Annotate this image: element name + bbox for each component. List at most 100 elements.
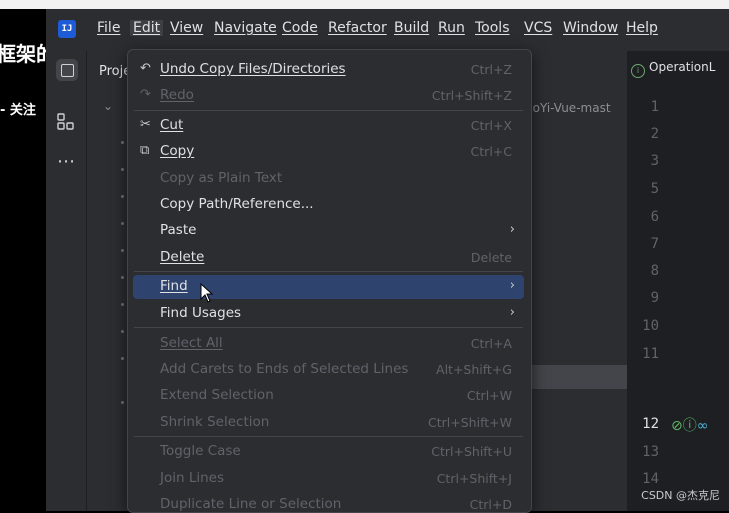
line-number: 8	[650, 263, 659, 279]
menu-cut-shortcut: Ctrl+X	[470, 118, 512, 133]
menu-duplicate-line[interactable]: Duplicate Line or Selection Ctrl+D	[128, 493, 529, 512]
menu-shrink-selection-shortcut: Ctrl+Shift+W	[428, 415, 512, 430]
project-root-label[interactable]: uoYi-Vue-mast	[525, 101, 611, 115]
menu-edit[interactable]: Edit	[130, 20, 164, 36]
menu-undo-label: Undo Copy Files/Directories	[160, 61, 346, 77]
menu-redo[interactable]: ↷ Redo Ctrl+Shift+Z	[128, 84, 529, 108]
menu-copy-path[interactable]: Copy Path/Reference...	[128, 193, 529, 217]
tree-guide-dot	[121, 249, 124, 252]
menu-separator	[134, 436, 523, 437]
browser-top-strip	[0, 0, 729, 9]
line-number: 12	[642, 416, 659, 432]
line-number: 2	[650, 126, 659, 142]
undo-icon: ↶	[140, 61, 151, 76]
menu-add-carets[interactable]: Add Carets to Ends of Selected Lines Alt…	[128, 358, 529, 382]
tool-window-strip: ⋯	[46, 51, 87, 511]
menu-undo[interactable]: ↶ Undo Copy Files/Directories Ctrl+Z	[128, 58, 529, 82]
csdn-watermark: CSDN @杰克尼	[641, 489, 720, 502]
tree-guide-dot	[121, 276, 124, 279]
line-number: 1	[650, 99, 659, 115]
implemented-marker-icon[interactable]: ⊘	[671, 418, 683, 434]
menu-help[interactable]: Help	[626, 20, 658, 36]
menu-add-carets-shortcut: Alt+Shift+G	[436, 362, 512, 377]
menu-copy[interactable]: ⧉ Copy Ctrl+C	[128, 140, 529, 164]
copy-icon: ⧉	[140, 143, 150, 158]
submenu-arrow-icon: ›	[509, 305, 515, 320]
menu-redo-label: Redo	[160, 87, 194, 103]
follow-button[interactable]: - 关注	[0, 99, 36, 118]
menu-window[interactable]: Window	[563, 20, 618, 36]
tree-guide-dot	[121, 195, 124, 198]
menu-copy-plain-text[interactable]: Copy as Plain Text	[128, 167, 529, 191]
menu-cut[interactable]: ✂ Cut Ctrl+X	[128, 114, 529, 138]
link-marker-icon[interactable]: ∞	[697, 418, 709, 434]
line-number: 9	[650, 290, 659, 306]
class-icon: i	[631, 64, 645, 78]
menu-vcs[interactable]: VCS	[524, 20, 552, 36]
project-tool-button[interactable]	[56, 59, 78, 81]
menu-navigate[interactable]: Navigate	[214, 20, 277, 36]
menu-delete-label: Delete	[160, 249, 205, 265]
editor-tab[interactable]: i OperationL	[631, 60, 715, 78]
menu-refactor[interactable]: Refactor	[328, 20, 387, 36]
menu-join-lines[interactable]: Join Lines Ctrl+Shift+J	[128, 467, 529, 491]
editor-tab-label: OperationL	[649, 60, 716, 74]
menu-copy-plain-label: Copy as Plain Text	[160, 170, 283, 186]
line-number: 7	[650, 236, 659, 252]
gutter-markers[interactable]: ⊘ⓘ∞	[671, 415, 708, 435]
structure-icon[interactable]	[57, 113, 75, 135]
edit-menu-dropdown: ↶ Undo Copy Files/Directories Ctrl+Z ↷ R…	[127, 49, 532, 513]
info-marker-icon[interactable]: ⓘ	[683, 418, 697, 434]
menu-paste-label: Paste	[160, 222, 197, 238]
menu-paste[interactable]: Paste ›	[128, 219, 529, 243]
menu-shrink-selection[interactable]: Shrink Selection Ctrl+Shift+W	[128, 411, 529, 435]
menu-extend-selection-shortcut: Ctrl+W	[466, 388, 512, 403]
more-tools-icon[interactable]: ⋯	[57, 151, 76, 172]
tree-guide-dot	[121, 168, 124, 171]
menu-separator	[134, 110, 523, 111]
menu-cut-label: Cut	[160, 117, 184, 133]
intellij-logo-icon[interactable]: IJ	[58, 20, 76, 38]
menu-delete[interactable]: Delete Delete	[128, 246, 529, 270]
menu-extend-selection-label: Extend Selection	[160, 387, 274, 403]
tree-expand-icon[interactable]: ⌄	[103, 99, 113, 113]
tree-guide-dot	[121, 303, 124, 306]
editor-panel: i OperationL 1 2 3 5 6 7 8 9 10 11 12 13 …	[627, 51, 729, 511]
menu-find-usages-label: Find Usages	[160, 305, 242, 321]
menu-copy-label: Copy	[160, 143, 195, 159]
main-menubar: IJ File Edit View Navigate Code Refactor…	[46, 9, 729, 51]
menu-run[interactable]: Run	[438, 20, 465, 36]
menu-undo-shortcut: Ctrl+Z	[470, 62, 512, 77]
menu-select-all-shortcut: Ctrl+A	[470, 336, 512, 351]
line-number-gutter: 1 2 3 5 6 7 8 9 10 11 12 13 14	[627, 91, 667, 511]
line-number: 10	[642, 318, 659, 334]
submenu-arrow-icon: ›	[509, 222, 515, 237]
menu-find-usages[interactable]: Find Usages ›	[128, 302, 529, 326]
redo-icon: ↷	[140, 87, 151, 102]
tree-guide-dot	[121, 401, 124, 404]
menu-toggle-case-label: Toggle Case	[160, 443, 241, 459]
menu-toggle-case-shortcut: Ctrl+Shift+U	[431, 444, 512, 459]
menu-toggle-case[interactable]: Toggle Case Ctrl+Shift+U	[128, 440, 529, 464]
menu-add-carets-label: Add Carets to Ends of Selected Lines	[160, 361, 409, 377]
menu-redo-shortcut: Ctrl+Shift+Z	[431, 88, 512, 103]
tree-guide-dot	[121, 330, 124, 333]
menu-select-all-label: Select All	[160, 335, 223, 351]
menu-code[interactable]: Code	[282, 20, 318, 36]
menu-view[interactable]: View	[170, 20, 203, 36]
line-number: 14	[642, 471, 659, 487]
menu-extend-selection[interactable]: Extend Selection Ctrl+W	[128, 384, 529, 408]
menu-separator	[134, 271, 523, 272]
menu-find-label: Find	[160, 278, 188, 294]
menu-select-all[interactable]: Select All Ctrl+A	[128, 332, 529, 356]
menu-separator	[134, 327, 523, 328]
menu-find[interactable]: Find ›	[133, 275, 524, 299]
menu-join-lines-shortcut: Ctrl+Shift+J	[436, 471, 512, 486]
menu-file[interactable]: File	[97, 20, 120, 36]
scissors-icon: ✂	[140, 117, 151, 132]
menu-tools[interactable]: Tools	[475, 20, 510, 36]
menu-delete-shortcut: Delete	[470, 250, 512, 265]
folder-icon	[61, 64, 74, 77]
menu-build[interactable]: Build	[394, 20, 429, 36]
line-number: 3	[650, 153, 659, 169]
